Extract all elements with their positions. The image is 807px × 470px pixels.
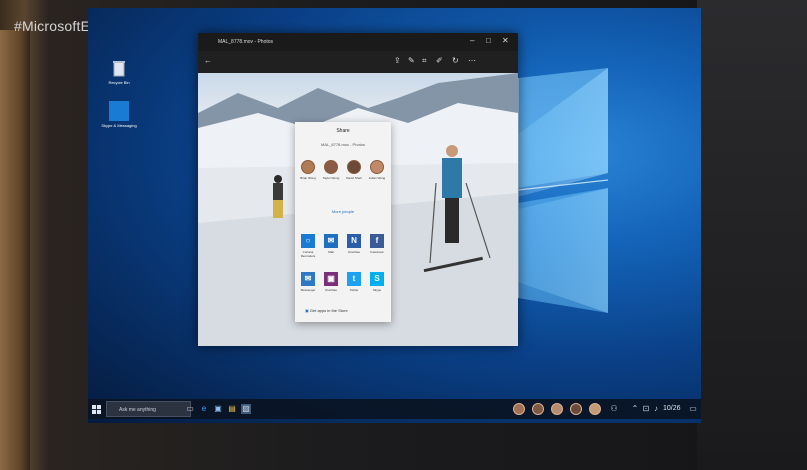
photos-icon[interactable]: ▨ [241, 404, 251, 414]
app-label: Skype [372, 288, 382, 292]
start-button[interactable] [92, 405, 101, 414]
app-label: OneNote [324, 288, 337, 292]
app-label: Messenger [300, 288, 316, 292]
studio-wall-right [697, 0, 807, 470]
app-label: OneNote [347, 250, 360, 254]
people-icon[interactable]: ⚇ [609, 404, 619, 414]
store-link-label: Get apps in the Store [309, 308, 348, 313]
share-contact[interactable]: David Shah [343, 160, 365, 180]
wooden-wall-left [0, 30, 30, 470]
photos-titlebar: MAL_8778.mov - Photos – □ ✕ [198, 33, 518, 51]
share-contact[interactable]: Brian Wong [297, 160, 319, 180]
onenote-icon: N [347, 234, 361, 248]
share-app-facebook[interactable]: f Facebook [366, 234, 388, 254]
pinned-person-avatar[interactable] [551, 403, 563, 415]
desktop-icon-skype[interactable]: Skype & Messaging [89, 101, 149, 128]
share-icon[interactable]: ⇪ [394, 56, 401, 65]
pinned-person-avatar[interactable] [589, 403, 601, 415]
twitter-icon: t [347, 272, 361, 286]
contact-name: David Shah [346, 176, 362, 180]
draw-icon[interactable]: ✐ [436, 56, 443, 65]
cortana-icon: ○ [301, 234, 315, 248]
maximize-button[interactable]: □ [486, 36, 491, 45]
more-people-link[interactable]: More people [295, 209, 391, 214]
share-app-skype[interactable]: S Skype [366, 272, 388, 292]
pinned-person-avatar[interactable] [570, 403, 582, 415]
pinned-person-avatar[interactable] [532, 403, 544, 415]
avatar [370, 160, 384, 174]
contact-name: Julian Wong [368, 176, 386, 180]
share-title: Share [336, 128, 350, 134]
share-app-cortana[interactable]: ○ Cortana Reminders [297, 234, 319, 258]
app-label: Mail [328, 250, 334, 254]
pinned-person-avatar[interactable] [513, 403, 525, 415]
avatar [301, 160, 315, 174]
volume-icon[interactable]: ♪ [651, 404, 661, 414]
app-label: Cortana Reminders [300, 250, 316, 258]
contact-name: Brian Wong [300, 176, 316, 180]
store-icon[interactable]: ▣ [213, 404, 223, 414]
file-explorer-icon[interactable]: ▤ [227, 404, 237, 414]
cortana-search-box[interactable]: Ask me anything [106, 401, 191, 417]
avatar [324, 160, 338, 174]
ski-photo: Share MAL_8778.mov - Photos Brian Wong T… [198, 73, 518, 346]
desktop-icon-recycle-bin[interactable]: Recycle Bin [89, 58, 149, 85]
desktop-icon-label: Recycle Bin [108, 80, 130, 85]
minimize-button[interactable]: – [470, 36, 474, 45]
photos-toolbar: ← ⇪ ✎ ⌗ ✐ ↻ ⋯ [198, 51, 518, 73]
share-app-onenote-2[interactable]: ▣ OneNote [320, 272, 342, 292]
app-label: Twitter [349, 288, 359, 292]
edit-icon[interactable]: ✎ [408, 56, 415, 65]
photos-app-window: MAL_8778.mov - Photos – □ ✕ ← ⇪ ✎ ⌗ ✐ ↻ … [198, 33, 518, 346]
taskbar-clock[interactable]: 10/26 [663, 405, 681, 412]
projected-desktop: Recycle Bin Skype & Messaging MAL_8778.m… [88, 8, 701, 423]
rotate-icon[interactable]: ↻ [452, 56, 459, 65]
taskbar: Ask me anything ▭ e ▣ ▤ ▨ ⚇ ⌃ ⊡ ♪ 10/26 … [88, 399, 701, 419]
share-app-messenger[interactable]: ✉ Messenger [297, 272, 319, 292]
window-title: MAL_8778.mov - Photos [218, 39, 274, 45]
app-tile-icon [109, 101, 129, 121]
back-arrow-icon[interactable]: ← [204, 56, 212, 65]
chevron-up-icon[interactable]: ⌃ [630, 404, 640, 414]
crop-icon[interactable]: ⌗ [422, 56, 427, 66]
more-icon[interactable]: ⋯ [468, 56, 476, 65]
edge-icon[interactable]: e [199, 404, 209, 414]
mail-icon: ✉ [324, 234, 338, 248]
share-contact[interactable]: Julian Wong [366, 160, 388, 180]
avatar [347, 160, 361, 174]
desktop-icon-label: Skype & Messaging [101, 123, 137, 128]
action-center-icon[interactable]: ▭ [688, 404, 698, 414]
share-app-mail[interactable]: ✉ Mail [320, 234, 342, 254]
contact-name: Taylor Wong [322, 176, 340, 180]
share-panel: Share MAL_8778.mov - Photos Brian Wong T… [295, 122, 391, 322]
network-icon[interactable]: ⊡ [641, 404, 651, 414]
close-button[interactable]: ✕ [502, 36, 509, 45]
skype-icon: S [370, 272, 384, 286]
onenote-icon: ▣ [324, 272, 338, 286]
share-app-twitter[interactable]: t Twitter [343, 272, 365, 292]
messenger-icon: ✉ [301, 272, 315, 286]
task-view-icon[interactable]: ▭ [185, 404, 195, 414]
recycle-bin-icon [109, 58, 129, 78]
app-label: Facebook [370, 250, 384, 254]
store-link[interactable]: ▣ Get apps in the Store [305, 308, 385, 313]
facebook-icon: f [370, 234, 384, 248]
share-contact[interactable]: Taylor Wong [320, 160, 342, 180]
event-photo-backdrop: #MicrosoftEvent Recycle Bin Skype & Mess… [0, 0, 807, 470]
share-app-onenote[interactable]: N OneNote [343, 234, 365, 254]
share-subtitle: MAL_8778.mov - Photos [320, 142, 366, 147]
search-placeholder: Ask me anything [119, 407, 156, 413]
